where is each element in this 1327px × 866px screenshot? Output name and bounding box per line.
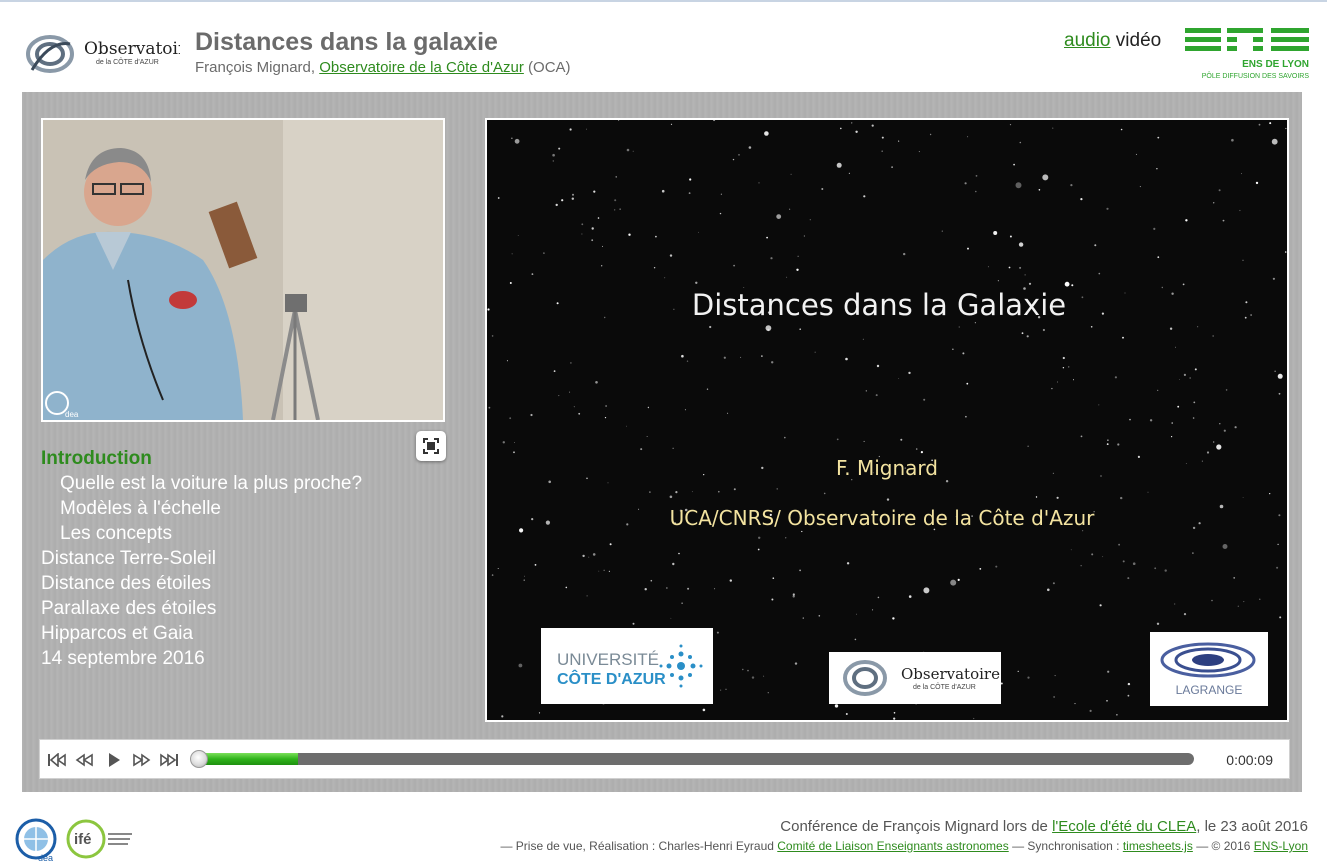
rewind-button[interactable] xyxy=(74,749,96,771)
credit-suffix: , le 23 août 2016 xyxy=(1196,818,1308,835)
play-button[interactable] xyxy=(104,749,124,771)
lagrange-logo-text: LAGRANGE xyxy=(1176,683,1243,697)
expand-icon xyxy=(423,438,439,454)
ens-logo-tagline: PÔLE DIFFUSION DES SAVOIRS xyxy=(1202,71,1309,80)
fast-forward-button[interactable] xyxy=(130,749,152,771)
skip-to-end-button[interactable] xyxy=(158,749,180,771)
oca-slide-logo-subtext: de la CÔTE d'AZUR xyxy=(913,682,976,691)
toc-item[interactable]: Parallaxe des étoiles xyxy=(41,596,362,621)
uca-logo-line1: UNIVERSITÉ xyxy=(557,650,659,669)
toc-item[interactable]: Introduction xyxy=(41,446,362,471)
toc-item[interactable]: Distance des étoiles xyxy=(41,571,362,596)
credit-prefix: Conférence de François Mignard lors de xyxy=(780,818,1048,835)
progress-handle[interactable] xyxy=(190,750,208,768)
dea-logo-text: dea xyxy=(38,853,53,863)
footer-logos: dea ifé xyxy=(14,817,138,863)
slide-title: Distances dans la Galaxie xyxy=(691,288,1067,322)
slide-affiliation: UCA/CNRS/ Observatoire de la Côte d'Azur xyxy=(669,506,1095,530)
ife-logo-text: ifé xyxy=(74,831,92,848)
conference-credit: Conférence de François Mignard lors de l… xyxy=(780,818,1308,835)
oca-logo: Observatoire de la CÔTE d'AZUR xyxy=(20,30,196,76)
video-mode-label: vidéo xyxy=(1115,30,1162,51)
clea-link[interactable]: Comité de Liaison Enseignants astronomes xyxy=(777,839,1008,853)
copyright-prefix: — © 2016 xyxy=(1196,839,1251,853)
lagrange-logo: LAGRANGE xyxy=(1150,632,1268,706)
current-time: 0:00:09 xyxy=(1226,752,1273,768)
ens-logo-text: ENS DE LYON xyxy=(1242,59,1309,70)
slide-viewer: Distances dans la Galaxie F. Mignard UCA… xyxy=(485,118,1289,722)
oca-slide-logo-text: Observatoire xyxy=(901,665,1000,683)
ens-logo[interactable]: ENS DE LYON PÔLE DIFFUSION DES SAVOIRS xyxy=(1185,28,1309,80)
oca-slide-logo: Observatoire de la CÔTE d'AZUR xyxy=(829,652,1001,704)
toc-item[interactable]: 14 septembre 2016 xyxy=(41,646,362,671)
production-prefix: — Prise de vue, Réalisation : Charles-He… xyxy=(500,839,774,853)
institution-link[interactable]: Observatoire de la Côte d'Azur xyxy=(319,59,524,76)
table-of-contents: Introduction Quelle est la voiture la plu… xyxy=(41,446,362,671)
slide-author: F. Mignard xyxy=(835,456,938,480)
progress-fill xyxy=(198,753,298,765)
page-subtitle: François Mignard, Observatoire de la Côt… xyxy=(195,59,571,76)
playback-controls: 0:00:09 xyxy=(39,739,1290,779)
skip-to-start-icon xyxy=(48,753,66,767)
speaker-name: François Mignard, xyxy=(195,59,316,76)
video-watermark: dea xyxy=(65,410,79,419)
uca-logo-line2: CÔTE D'AZUR xyxy=(557,669,666,688)
toc-item[interactable]: Hipparcos et Gaia xyxy=(41,621,362,646)
toc-item[interactable]: Distance Terre-Soleil xyxy=(41,546,362,571)
production-credits: — Prise de vue, Réalisation : Charles-He… xyxy=(500,839,1308,853)
player-panel: dea Introduction Quelle est la voiture la… xyxy=(22,92,1302,792)
sync-prefix: — Synchronisation : xyxy=(1012,839,1120,853)
skip-to-start-button[interactable] xyxy=(46,749,68,771)
fast-forward-icon xyxy=(133,753,151,767)
audio-mode-link[interactable]: audio xyxy=(1064,30,1111,51)
oca-logo-subtext: de la CÔTE d'AZUR xyxy=(96,57,159,66)
ens-lyon-link[interactable]: ENS-Lyon xyxy=(1254,839,1308,853)
play-icon xyxy=(109,753,120,767)
toc-item[interactable]: Les concepts xyxy=(41,521,362,546)
expand-video-button[interactable] xyxy=(416,431,446,461)
speaker-video[interactable]: dea xyxy=(41,118,445,422)
toc-item[interactable]: Quelle est la voiture la plus proche? xyxy=(41,471,362,496)
uca-logo: UNIVERSITÉ CÔTE D'AZUR xyxy=(541,628,713,704)
media-mode-switch: audio vidéo xyxy=(1064,30,1161,52)
institution-abbr: (OCA) xyxy=(528,59,571,76)
progress-track[interactable] xyxy=(198,753,1194,765)
toc-item[interactable]: Modèles à l'échelle xyxy=(41,496,362,521)
event-link[interactable]: l'Ecole d'été du CLEA xyxy=(1052,818,1196,835)
timesheets-link[interactable]: timesheets.js xyxy=(1123,839,1193,853)
rewind-icon xyxy=(75,753,93,767)
page-title: Distances dans la galaxie xyxy=(195,28,498,56)
skip-to-end-icon xyxy=(160,753,178,767)
oca-logo-text: Observatoire xyxy=(84,39,180,59)
